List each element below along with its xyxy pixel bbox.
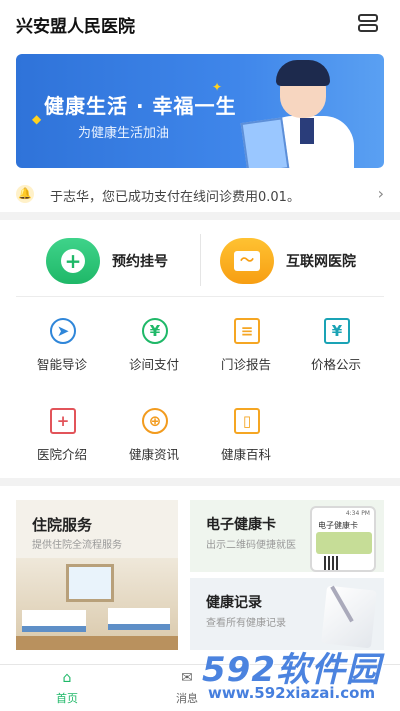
grid-item-label: 医院介绍 [36,447,87,462]
inpatient-card[interactable]: 住院服务 提供住院全流程服务 [16,500,178,650]
phone-title: 电子健康卡 [318,521,358,530]
book-icon: ▯ [234,408,260,434]
monitor-icon: 〜 [220,238,274,284]
grid-item-label: 门诊报告 [220,357,271,372]
grid-item-label: 价格公示 [310,357,361,372]
promo-banner[interactable]: ◆ ✦ 健康生活 · 幸福一生 为健康生活加油 [16,54,384,168]
notice-text: 于志华，您已成功支付在线问诊费用0.01。 [50,190,300,205]
grid-item-price[interactable]: ¥ 价格公示 [296,318,376,378]
doctor-illustration [240,60,362,168]
notice-bar[interactable]: 🔔 于志华，您已成功支付在线问诊费用0.01。 › [0,176,400,212]
card-subtitle: 提供住院全流程服务 [32,540,122,551]
bell-icon: 🔔 [16,185,34,203]
navigation-icon: ➤ [50,318,76,344]
message-icon: ✉ [181,670,193,686]
divider [200,234,201,286]
banner-section: ◆ ✦ 健康生活 · 幸福一生 为健康生活加油 [0,46,400,176]
grid-item-label: 健康资讯 [128,447,179,462]
internet-hospital-label: 互联网医院 [286,254,356,270]
tab-home[interactable]: ⌂ 首页 [32,669,102,709]
qr-code-icon [324,556,340,570]
feature-cards: 住院服务 提供住院全流程服务 电子健康卡 出示二维码便捷就医 4:34 PM 电… [0,486,400,664]
hospital-info-icon: + [50,408,76,434]
watermark-url: www.592xiazai.com [208,684,376,702]
grid-item-label: 诊间支付 [128,357,179,372]
grid-item-health-wiki[interactable]: ▯ 健康百科 [206,408,286,468]
phone-illustration: 4:34 PM 电子健康卡 [310,506,376,572]
globe-icon: ⊕ [142,408,168,434]
card-subtitle: 查看所有健康记录 [206,618,286,629]
divider [16,296,384,297]
grid-item-report[interactable]: ≡ 门诊报告 [206,318,286,378]
yuan-icon: ¥ [142,318,168,344]
appointment-label: 预约挂号 [112,254,168,270]
services-panel: + 预约挂号 〜 互联网医院 ➤ 智能导诊 ¥ 诊间支付 ≡ 门诊报告 ¥ 价格… [0,220,400,478]
menu-icon[interactable] [358,14,380,34]
app-header: 兴安盟人民医院 [0,0,400,46]
watermark: 592软件园 www.592xiazai.com [196,642,400,711]
grid-item-label: 健康百科 [220,447,271,462]
health-record-card[interactable]: 健康记录 查看所有健康记录 [190,578,384,650]
internet-hospital-button[interactable]: 〜 互联网医院 [220,238,380,284]
home-icon: ⌂ [62,670,72,686]
grid-item-health-news[interactable]: ⊕ 健康资讯 [114,408,194,468]
hospital-cross-icon: + [46,238,100,284]
banner-subtitle: 为健康生活加油 [78,126,170,141]
grid-item-hospital-intro[interactable]: + 医院介绍 [22,408,102,468]
tab-label: 首页 [56,692,78,705]
grid-item-payment[interactable]: ¥ 诊间支付 [114,318,194,378]
price-board-icon: ¥ [324,318,350,344]
grid-item-smart-guide[interactable]: ➤ 智能导诊 [22,318,102,378]
phone-time: 4:34 PM [345,510,370,517]
health-card-card[interactable]: 电子健康卡 出示二维码便捷就医 4:34 PM 电子健康卡 [190,500,384,572]
card-title: 住院服务 [32,516,93,534]
banner-title: 健康生活 · 幸福一生 [44,94,237,118]
page-title: 兴安盟人民医院 [16,17,135,37]
grid-item-label: 智能导诊 [36,357,87,372]
report-icon: ≡ [234,318,260,344]
sparkle-icon: ◆ [32,112,42,126]
chevron-right-icon: › [377,184,384,203]
appointment-button[interactable]: + 预约挂号 [46,238,186,284]
card-title: 电子健康卡 [206,517,276,533]
ward-illustration [16,558,178,650]
card-title: 健康记录 [206,595,262,611]
card-subtitle: 出示二维码便捷就医 [206,540,296,551]
